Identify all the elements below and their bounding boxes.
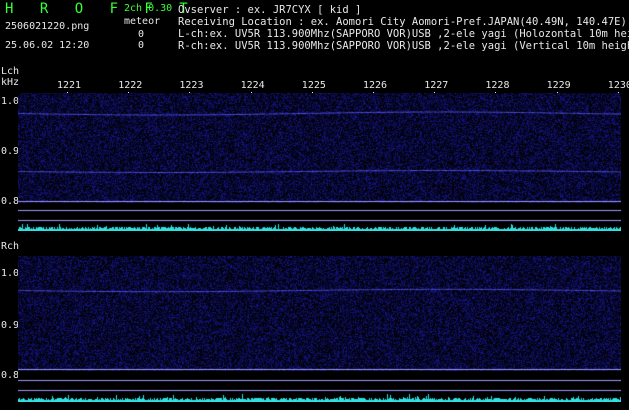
time-tick-label: 1223: [179, 80, 204, 91]
freq-tick-rch: 0.8: [1, 370, 20, 381]
time-tick-label: 1229: [546, 80, 571, 91]
freq-tick-lch: 0.8: [1, 196, 20, 207]
mode-label: meteor: [124, 16, 161, 27]
spectrogram-lch: [18, 93, 621, 231]
freq-tick-lch: 0.9: [1, 146, 20, 157]
observer-line: Ovserver : ex. JR7CYX [ kid ]: [178, 4, 362, 16]
count-r: 0: [138, 40, 145, 51]
freq-tick-rch: 0.9: [1, 320, 20, 331]
app-version: 2ch 0.30: [124, 3, 173, 14]
count-l: 0: [138, 29, 145, 40]
time-tick-label: 1225: [301, 80, 326, 91]
rch-label: Rch: [1, 241, 20, 252]
time-tick-label: 1222: [118, 80, 143, 91]
lch-line: L-ch:ex. UV5R 113.900Mhz(SAPPORO VOR)USB…: [178, 28, 629, 40]
rch-line: R-ch:ex. UV5R 113.900Mhz(SAPPORO VOR)USB…: [178, 40, 629, 52]
time-tick-label: 1224: [240, 80, 265, 91]
image-filename: 2506021220.png: [5, 21, 90, 32]
freq-tick-rch: 1.0: [1, 268, 20, 279]
time-tick-label: 1221: [57, 80, 82, 91]
spectrogram-lch-canvas: [18, 93, 621, 231]
khz-unit: kHz: [1, 77, 20, 88]
time-tick-label: 1228: [485, 80, 510, 91]
lch-label: Lch: [1, 66, 20, 77]
spectrogram-rch-canvas: [18, 256, 621, 402]
spectrogram-rch: [18, 256, 621, 402]
freq-tick-lch: 1.0: [1, 96, 20, 107]
time-tick-label: 1230: [607, 80, 629, 91]
time-tick-label: 1227: [424, 80, 449, 91]
location-line: Receiving Location : ex. Aomori City Aom…: [178, 16, 627, 28]
time-tick-label: 1226: [363, 80, 388, 91]
timestamp: 25.06.02 12:20: [5, 40, 90, 51]
